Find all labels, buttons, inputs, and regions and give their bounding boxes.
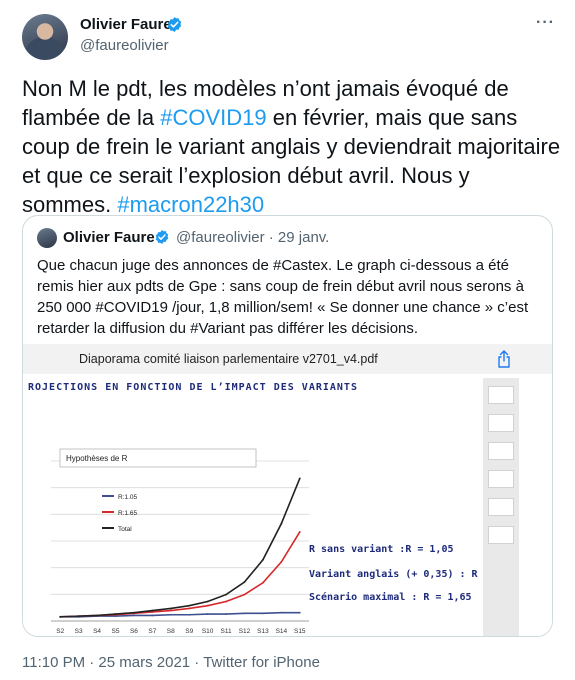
x-tick-label: S7 <box>148 628 156 635</box>
tweet-text: Non M le pdt, les modèles n’ont jamais é… <box>22 74 562 219</box>
series-point <box>262 612 264 615</box>
verified-badge-icon <box>155 230 169 244</box>
series-point <box>59 615 62 618</box>
series-point <box>169 609 172 612</box>
x-tick-label: S10 <box>202 628 214 635</box>
projection-chart: S2 S3 S4 S5 S6 S7 S8 S9 S10 S11 S12 S13 S14 S15 Hypoth… <box>51 448 309 635</box>
x-tick-label: S12 <box>239 628 251 635</box>
quoted-avatar <box>37 228 57 248</box>
legend-label: R:1.65 <box>118 510 138 517</box>
avatar[interactable] <box>22 14 68 60</box>
slide-title: ROJECTIONS EN FONCTION DE L’IMPACT DES V… <box>28 382 358 393</box>
more-options-button[interactable]: ··· <box>536 14 555 32</box>
series-point <box>114 613 117 615</box>
series-point <box>280 522 283 525</box>
quoted-author-name: Olivier Faure <box>63 229 155 246</box>
series-point <box>298 611 301 614</box>
series-point <box>133 614 135 617</box>
series-point <box>280 560 283 563</box>
x-tick-label: S14 <box>276 628 288 635</box>
annotation-scenario-maximal: Scénario maximal : R = 1,65 <box>309 592 472 603</box>
slide-thumbnail[interactable] <box>488 526 514 544</box>
slide-thumbnail[interactable] <box>488 414 514 432</box>
tweet-meta: 11:10 PM · 25 mars 2021 · Twitter for iP… <box>22 654 320 671</box>
series-point <box>133 611 135 614</box>
series-point <box>225 593 227 596</box>
series-point <box>262 581 264 584</box>
series-point <box>151 609 154 612</box>
series-point <box>188 613 191 616</box>
pdf-toolbar: Diaporama comité liaison parlementaire v… <box>23 344 552 374</box>
series-point <box>169 607 172 610</box>
legend-label: Total <box>118 526 132 533</box>
series-point <box>169 613 172 616</box>
share-icon[interactable] <box>497 350 511 368</box>
hashtag-link[interactable]: #COVID19 <box>160 105 266 130</box>
pdf-title: Diaporama comité liaison parlementaire v… <box>79 352 378 366</box>
x-tick-label: S9 <box>185 628 193 635</box>
series-point <box>243 593 246 596</box>
x-tick-label: S6 <box>130 628 138 635</box>
series-point <box>206 604 209 607</box>
x-tick-label: S8 <box>167 628 175 635</box>
quoted-tweet[interactable]: Olivier Faure @faureolivier · 29 janv. Q… <box>22 215 553 637</box>
hashtag-link[interactable]: #macron22h30 <box>117 192 264 217</box>
slide-thumbnail[interactable] <box>488 386 514 404</box>
slide-thumbnail[interactable] <box>488 442 514 460</box>
series-point <box>188 607 191 610</box>
series-point <box>96 614 98 617</box>
series-line <box>60 531 301 618</box>
legend-title: Hypothèses de R <box>66 454 128 463</box>
quoted-text: Que chacun juge des annonces de #Castex.… <box>37 257 529 337</box>
x-tick-label: S2 <box>56 628 64 635</box>
series-point <box>280 611 283 614</box>
series-point <box>243 581 246 583</box>
legend-label: R:1.05 <box>118 494 138 501</box>
slide-thumbnails <box>483 378 519 636</box>
series-point <box>298 477 301 480</box>
slide-thumbnail[interactable] <box>488 498 514 516</box>
series-point <box>206 600 209 603</box>
series-point <box>225 600 227 603</box>
x-tick-label: S4 <box>93 628 101 635</box>
annotation-r-sans-variant: R sans variant :R = 1,05 <box>309 544 454 555</box>
series-point <box>225 613 227 615</box>
quoted-handle-date: @faureolivier · 29 janv. <box>176 229 330 246</box>
series-point <box>206 613 209 615</box>
series-line <box>60 478 301 618</box>
x-tick-label: S15 <box>294 628 306 635</box>
x-tick-label: S3 <box>75 628 83 635</box>
series-point <box>77 615 80 618</box>
series-point <box>298 531 301 533</box>
series-point <box>262 558 264 561</box>
slide-thumbnail[interactable] <box>488 470 514 488</box>
quoted-media-image[interactable]: Diaporama comité liaison parlementaire v… <box>23 344 552 636</box>
series-point <box>151 614 154 617</box>
x-tick-label: S11 <box>221 628 232 635</box>
author-name[interactable]: Olivier Faure <box>80 16 172 33</box>
x-tick-label: S13 <box>257 628 269 635</box>
x-tick-label: S5 <box>112 628 120 635</box>
author-handle[interactable]: @faureolivier <box>80 37 169 54</box>
verified-badge-icon <box>167 17 182 32</box>
series-point <box>188 604 191 607</box>
tweet: Olivier Faure @faureolivier ··· Non M le… <box>0 0 575 680</box>
series-point <box>243 612 246 615</box>
